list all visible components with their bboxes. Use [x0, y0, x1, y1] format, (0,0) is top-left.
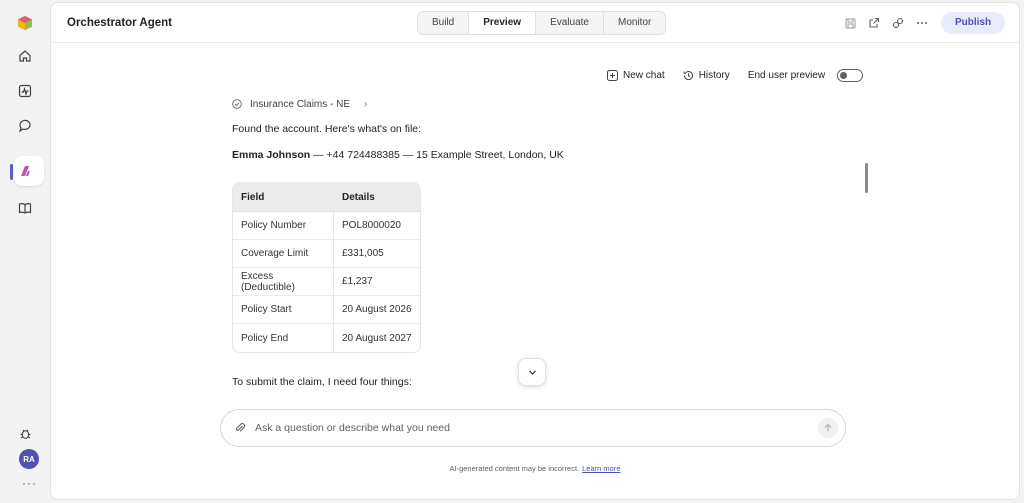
- check-circle-icon: [232, 99, 242, 109]
- table-cell: Policy Number: [233, 212, 334, 240]
- composer: [220, 409, 846, 447]
- tab-evaluate[interactable]: Evaluate: [536, 12, 604, 34]
- avatar[interactable]: RA: [19, 449, 39, 469]
- chat-icon[interactable]: [17, 118, 33, 134]
- customer-name: Emma Johnson: [232, 149, 311, 161]
- column-header: Field: [233, 183, 334, 212]
- tool-call-label: Insurance Claims - NE: [250, 98, 351, 110]
- chevron-down-icon: [528, 370, 536, 375]
- learn-more-link[interactable]: Learn more: [582, 464, 620, 473]
- table-cell: Policy Start: [233, 296, 334, 324]
- table-cell: £1,237: [334, 268, 420, 296]
- publish-button[interactable]: Publish: [941, 12, 1005, 34]
- followup-message: To submit the claim, I need four things:: [232, 376, 412, 388]
- bug-icon[interactable]: [17, 425, 33, 441]
- logo-cube-icon[interactable]: [17, 15, 33, 31]
- end-user-preview-label: End user preview: [747, 70, 826, 81]
- new-chat-label: New chat: [623, 70, 665, 81]
- attach-icon[interactable]: [233, 421, 247, 435]
- scroll-to-bottom-button[interactable]: [518, 358, 546, 386]
- library-icon[interactable]: [17, 200, 33, 216]
- tab-preview[interactable]: Preview: [469, 12, 537, 34]
- table-row: Policy Number POL8000020: [233, 212, 420, 240]
- home-icon[interactable]: [17, 48, 33, 64]
- table-cell: 20 August 2026: [334, 296, 420, 324]
- activity-icon[interactable]: [17, 83, 33, 99]
- table-row: Coverage Limit £331,005: [233, 240, 420, 268]
- table-cell: Policy End: [233, 324, 334, 352]
- more-options-icon[interactable]: [915, 16, 929, 30]
- header: Orchestrator Agent Build Preview Evaluat…: [51, 3, 1019, 43]
- table-row: Excess (Deductible) £1,237: [233, 268, 420, 296]
- chevron-right-icon: ›: [364, 98, 368, 110]
- send-button[interactable]: [818, 418, 838, 438]
- chat-toolbar: New chat History End user preview: [607, 69, 864, 82]
- tab-build[interactable]: Build: [418, 12, 470, 34]
- chat-scrollbar[interactable]: [865, 163, 868, 193]
- send-arrow-icon: [824, 423, 832, 432]
- disclaimer: AI-generated content may be incorrect. Le…: [51, 464, 1019, 473]
- table-cell: £331,005: [334, 240, 420, 268]
- policy-table: Field Details Policy Number POL8000020 C…: [232, 182, 421, 353]
- save-icon[interactable]: [843, 16, 857, 30]
- conversation: Insurance Claims - NE › Found the accoun…: [232, 97, 832, 388]
- table-header-row: Field Details: [233, 183, 420, 212]
- header-actions: [843, 16, 929, 30]
- table-cell: 20 August 2027: [342, 332, 412, 344]
- more-icon[interactable]: ···: [22, 476, 37, 490]
- left-rail: RA ···: [0, 0, 50, 503]
- table-cell: Excess (Deductible): [233, 268, 334, 296]
- chat-input[interactable]: [255, 422, 818, 434]
- customer-line: Emma Johnson — +44 724488385 — 15 Exampl…: [232, 149, 564, 161]
- new-chat-icon: [607, 70, 618, 81]
- agent-icon[interactable]: [17, 163, 33, 179]
- column-header: Details: [334, 183, 420, 212]
- page-title: Orchestrator Agent: [67, 17, 173, 29]
- copilot-icon[interactable]: [891, 16, 905, 30]
- active-indicator: [10, 164, 13, 180]
- disclaimer-text: AI-generated content may be incorrect.: [449, 464, 580, 473]
- table-cell: POL8000020: [334, 212, 420, 240]
- table-row: Policy End 20 August 2027: [233, 324, 420, 352]
- table-row: Policy Start 20 August 2026: [233, 296, 420, 324]
- end-user-preview-toggle[interactable]: [837, 69, 864, 82]
- history-label: History: [698, 70, 730, 81]
- customer-details: — +44 724488385 — 15 Example Street, Lon…: [310, 149, 564, 161]
- main-panel: Orchestrator Agent Build Preview Evaluat…: [50, 2, 1020, 500]
- new-chat-button[interactable]: New chat: [607, 70, 665, 81]
- bot-message: Found the account. Here's what's on file…: [232, 123, 422, 135]
- end-user-preview: End user preview: [747, 69, 864, 82]
- tool-call-row[interactable]: Insurance Claims - NE ›: [232, 97, 832, 111]
- history-button[interactable]: History: [683, 70, 730, 81]
- share-icon[interactable]: [867, 16, 881, 30]
- tab-monitor[interactable]: Monitor: [604, 12, 665, 34]
- history-icon: [683, 71, 693, 81]
- table-cell: Coverage Limit: [233, 240, 334, 268]
- mode-tabs: Build Preview Evaluate Monitor: [417, 11, 667, 35]
